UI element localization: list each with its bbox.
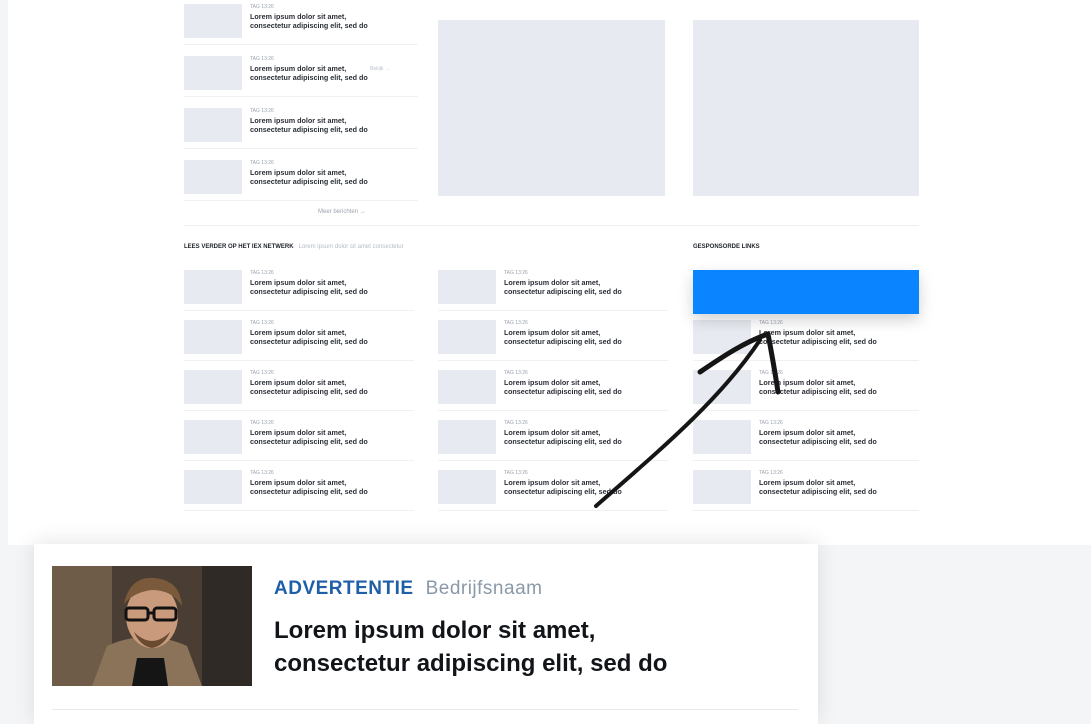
item-meta: TAG 13:26 [250, 56, 274, 62]
item-meta: TAG 13:26 [250, 470, 274, 476]
item-meta: TAG 13:26 [250, 370, 274, 376]
item-title: Lorem ipsum dolor sit amet, consectetur a… [250, 478, 368, 496]
item-meta: TAG 13:26 [250, 320, 274, 326]
company-name: Bedrijfsnaam [425, 578, 543, 599]
thumbnail [438, 470, 496, 504]
thumbnail [184, 370, 242, 404]
list-item[interactable]: TAG 13:26 Lorem ipsum dolor sit amet, con… [184, 104, 418, 149]
sponsored-item[interactable]: TAG 13:26 Lorem ipsum dolor sit amet, con… [693, 416, 919, 461]
list-item[interactable]: TAG 13:26 Lorem ipsum dolor sit amet, con… [184, 52, 418, 97]
thumbnail [184, 108, 242, 142]
item-meta: TAG 13:26 [504, 270, 528, 276]
thumbnail [438, 420, 496, 454]
list-item[interactable]: TAG 13:26 Lorem ipsum dolor sit amet, con… [184, 0, 418, 45]
thumbnail [438, 370, 496, 404]
sponsored-item[interactable]: TAG 13:26 Lorem ipsum dolor sit amet, con… [693, 316, 919, 361]
item-title: Lorem ipsum dolor sit amet, consectetur a… [250, 116, 368, 134]
ad-placeholder [693, 20, 919, 196]
item-title: Lorem ipsum dolor sit amet, consectetur a… [759, 328, 877, 346]
item-meta: TAG 13:26 [250, 270, 274, 276]
thumbnail [184, 420, 242, 454]
list-item[interactable]: TAG 13:26 Lorem ipsum dolor sit amet, con… [184, 416, 414, 461]
network-heading: LEES VERDER OP HET IEX NETWERK Lorem ipsu… [184, 244, 404, 250]
item-title: Lorem ipsum dolor sit amet, consectetur a… [504, 478, 622, 496]
item-title: Lorem ipsum dolor sit amet, consectetur a… [250, 12, 368, 30]
ad-placeholder [438, 20, 665, 196]
thumbnail [693, 470, 751, 504]
list-item[interactable]: TAG 13:26 Lorem ipsum dolor sit amet, con… [184, 466, 414, 511]
item-title: Lorem ipsum dolor sit amet, consectetur a… [759, 478, 877, 496]
side-link[interactable]: Bekijk → [370, 66, 390, 72]
item-meta: TAG 13:26 [759, 470, 783, 476]
ad-label-row: ADVERTENTIE Bedrijfsnaam [274, 578, 542, 600]
more-posts-link[interactable]: Meer berichten → [318, 209, 366, 215]
highlighted-sponsored-slot[interactable] [693, 270, 919, 314]
item-title: Lorem ipsum dolor sit amet, consectetur a… [250, 328, 368, 346]
advertentie-label: ADVERTENTIE [274, 578, 414, 599]
item-meta: TAG 13:26 [504, 370, 528, 376]
page-mockup: TAG 13:26 Lorem ipsum dolor sit amet, con… [8, 0, 1091, 545]
thumbnail [184, 160, 242, 194]
ad-photo [52, 566, 252, 686]
list-item[interactable]: TAG 13:26 Lorem ipsum dolor sit amet, con… [184, 316, 414, 361]
item-title: Lorem ipsum dolor sit amet, consectetur a… [759, 378, 877, 396]
list-item[interactable]: TAG 13:26 Lorem ipsum dolor sit amet, con… [438, 466, 668, 511]
list-item[interactable]: TAG 13:26 Lorem ipsum dolor sit amet, con… [438, 316, 668, 361]
thumbnail [693, 320, 751, 354]
item-meta: TAG 13:26 [759, 420, 783, 426]
item-meta: TAG 13:26 [504, 420, 528, 426]
sponsored-item[interactable]: TAG 13:26 Lorem ipsum dolor sit amet, con… [693, 366, 919, 411]
item-title: Lorem ipsum dolor sit amet, consectetur a… [759, 428, 877, 446]
thumbnail [184, 56, 242, 90]
sponsored-item[interactable]: TAG 13:26 Lorem ipsum dolor sit amet, con… [693, 466, 919, 511]
thumbnail [693, 370, 751, 404]
thumbnail [184, 4, 242, 38]
thumbnail [184, 320, 242, 354]
item-title: Lorem ipsum dolor sit amet, consectetur a… [250, 428, 368, 446]
divider [184, 225, 919, 226]
item-title: Lorem ipsum dolor sit amet, consectetur a… [504, 328, 622, 346]
item-title: Lorem ipsum dolor sit amet, consectetur a… [250, 168, 368, 186]
list-item[interactable]: TAG 13:26 Lorem ipsum dolor sit amet, con… [184, 156, 418, 201]
list-item[interactable]: TAG 13:26 Lorem ipsum dolor sit amet, con… [438, 266, 668, 311]
item-meta: TAG 13:26 [250, 420, 274, 426]
list-item[interactable]: TAG 13:26 Lorem ipsum dolor sit amet, con… [438, 416, 668, 461]
item-meta: TAG 13:26 [759, 370, 783, 376]
item-meta: TAG 13:26 [504, 320, 528, 326]
sponsored-heading: GESPONSORDE LINKS [693, 244, 760, 250]
item-title: Lorem ipsum dolor sit amet, consectetur a… [504, 378, 622, 396]
item-meta: TAG 13:26 [504, 470, 528, 476]
list-item[interactable]: TAG 13:26 Lorem ipsum dolor sit amet, con… [184, 366, 414, 411]
list-item[interactable]: TAG 13:26 Lorem ipsum dolor sit amet, con… [438, 366, 668, 411]
thumbnail [438, 320, 496, 354]
divider [52, 709, 798, 710]
item-title: Lorem ipsum dolor sit amet, consectetur a… [250, 378, 368, 396]
item-title: Lorem ipsum dolor sit amet, consectetur a… [504, 278, 622, 296]
thumbnail [693, 420, 751, 454]
thumbnail [184, 470, 242, 504]
thumbnail [438, 270, 496, 304]
list-item[interactable]: TAG 13:26 Lorem ipsum dolor sit amet, con… [184, 266, 414, 311]
item-meta: TAG 13:26 [250, 4, 274, 10]
item-meta: TAG 13:26 [759, 320, 783, 326]
item-meta: TAG 13:26 [250, 108, 274, 114]
zoomed-ad-card[interactable]: ADVERTENTIE Bedrijfsnaam Lorem ipsum dolo… [34, 544, 818, 724]
item-meta: TAG 13:26 [250, 160, 274, 166]
thumbnail [184, 270, 242, 304]
item-title: Lorem ipsum dolor sit amet, consectetur a… [504, 428, 622, 446]
item-title: Lorem ipsum dolor sit amet, consectetur a… [250, 278, 368, 296]
ad-title[interactable]: Lorem ipsum dolor sit amet, consectetur a… [274, 614, 794, 680]
